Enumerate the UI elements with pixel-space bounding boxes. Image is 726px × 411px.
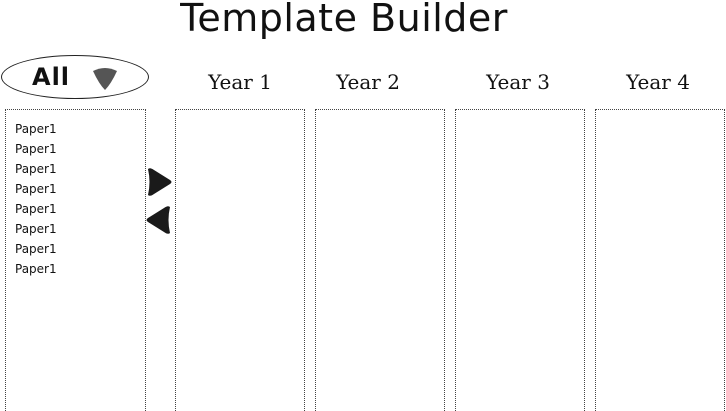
move-right-button[interactable] (145, 166, 173, 198)
list-item[interactable]: Paper1 (15, 199, 145, 219)
list-item[interactable]: Paper1 (15, 239, 145, 259)
chevron-down-icon[interactable] (90, 66, 120, 92)
year-4-panel[interactable] (595, 109, 725, 411)
list-item[interactable]: Paper1 (15, 159, 145, 179)
arrow-right-icon (148, 168, 172, 196)
list-item[interactable]: Paper1 (15, 259, 145, 279)
year-2-panel[interactable] (315, 109, 445, 411)
filter-dropdown[interactable]: All (1, 55, 149, 99)
year-1-panel[interactable] (175, 109, 305, 411)
list-item[interactable]: Paper1 (15, 219, 145, 239)
list-item[interactable]: Paper1 (15, 119, 145, 139)
list-item[interactable]: Paper1 (15, 179, 145, 199)
year-4-header: Year 4 (626, 70, 690, 94)
arrow-left-icon (146, 206, 170, 234)
filter-selected-value: All (32, 63, 71, 91)
page-title: Template Builder (180, 0, 508, 40)
year-1-header: Year 1 (208, 70, 272, 94)
list-item[interactable]: Paper1 (15, 139, 145, 159)
year-2-header: Year 2 (336, 70, 400, 94)
move-left-button[interactable] (145, 204, 173, 236)
year-3-header: Year 3 (486, 70, 550, 94)
source-paper-list[interactable]: Paper1 Paper1 Paper1 Paper1 Paper1 Paper… (5, 109, 146, 411)
year-3-panel[interactable] (455, 109, 585, 411)
